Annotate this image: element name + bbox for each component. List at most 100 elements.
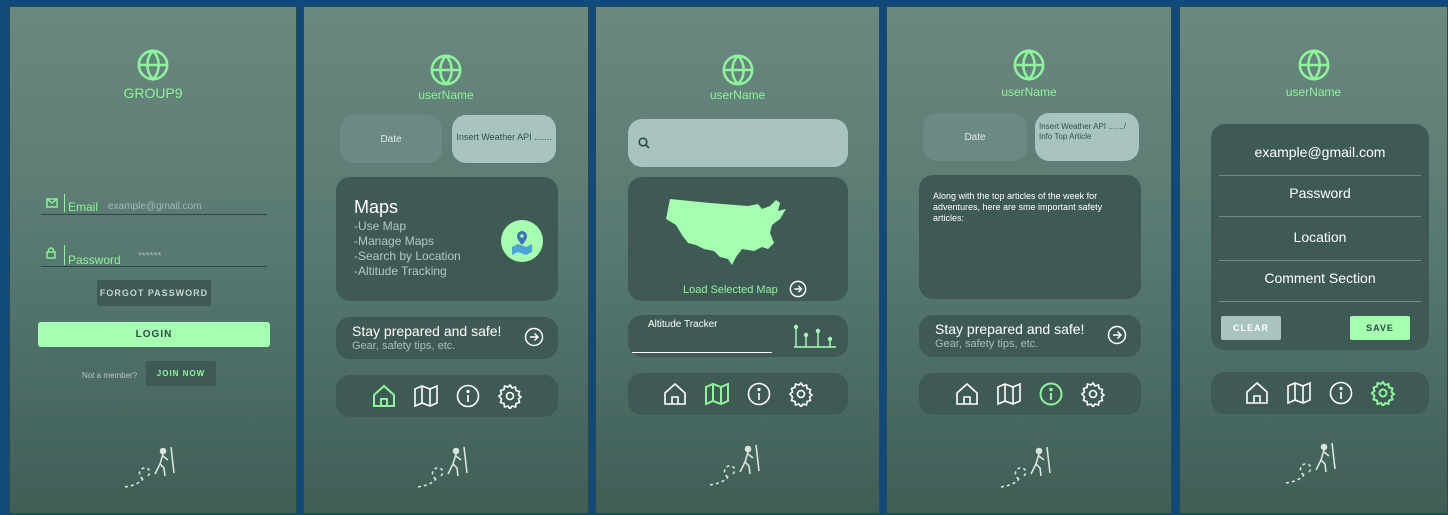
username: userName — [418, 88, 474, 102]
hiker-icon — [124, 446, 175, 488]
password-caret — [64, 245, 65, 265]
safety-subtitle: Gear, safety tips, etc. — [352, 340, 456, 352]
home-icon[interactable] — [371, 383, 397, 409]
info-icon[interactable] — [1328, 380, 1354, 406]
not-member-text: Not a member? — [82, 371, 138, 380]
settings-screen: userName example@gmail.com Password Loca… — [1179, 6, 1448, 514]
arrow-right-icon[interactable] — [789, 280, 807, 298]
safety-card[interactable]: Stay prepared and safe! Gear, safety tip… — [919, 315, 1141, 357]
username: userName — [1285, 85, 1342, 99]
altitude-chart-icon — [793, 324, 836, 348]
usa-map-icon — [666, 199, 786, 265]
gear-icon[interactable] — [1080, 381, 1106, 407]
search-icon — [638, 137, 650, 149]
email-field[interactable]: example@gmail.com — [1211, 144, 1429, 160]
location-pin-icon — [501, 220, 543, 262]
search-bar[interactable] — [628, 119, 848, 167]
arrow-right-icon[interactable] — [1107, 325, 1127, 345]
article-card: Along with the top articles of the week … — [919, 175, 1141, 299]
maps-item: -Search by Location — [354, 249, 461, 263]
safety-card[interactable]: Stay prepared and safe! Gear, safety tip… — [336, 317, 558, 359]
username: userName — [709, 88, 766, 102]
weather-label: Insert Weather API ....... — [456, 132, 552, 142]
arrow-right-icon[interactable] — [524, 327, 544, 347]
home-icon[interactable] — [1244, 380, 1270, 406]
gear-icon[interactable] — [1370, 380, 1396, 406]
password-label: Password — [68, 253, 121, 267]
weather-pill: Insert Weather API ......./ Info Top Art… — [1035, 113, 1139, 161]
join-now-button[interactable]: JOIN NOW — [146, 361, 216, 386]
weather-pill: Insert Weather API ....... — [452, 115, 556, 163]
maps-item: -Altitude Tracking — [354, 264, 447, 278]
globe-icon — [137, 49, 169, 81]
field-divider — [1219, 216, 1421, 217]
info-icon[interactable] — [746, 381, 772, 407]
bottom-nav — [1211, 372, 1429, 414]
maps-card[interactable]: Maps -Use Map -Manage Maps -Search by Lo… — [336, 177, 558, 301]
maps-item: -Manage Maps — [354, 234, 435, 248]
date-label: Date — [380, 134, 402, 145]
hiker-icon — [417, 446, 468, 488]
password-underline — [41, 266, 267, 267]
date-label: Date — [964, 132, 986, 143]
gear-icon[interactable] — [788, 381, 814, 407]
forgot-password-button[interactable]: FORGOT PASSWORD — [97, 280, 211, 306]
bottom-nav — [336, 375, 558, 417]
email-underline — [41, 214, 267, 215]
load-map-label[interactable]: Load Selected Map — [683, 284, 778, 296]
info-screen: userName Date Insert Weather API .......… — [886, 6, 1172, 514]
password-input[interactable]: ****** — [138, 251, 161, 262]
field-divider — [1219, 175, 1421, 176]
save-button[interactable]: SAVE — [1350, 316, 1410, 340]
date-pill: Date — [923, 113, 1027, 161]
globe-icon — [1298, 49, 1329, 81]
login-screen: GROUP9 Email example@gmail.com Password … — [9, 6, 297, 514]
map-icon[interactable] — [704, 381, 730, 407]
map-screen: userName Load Selected Map Altitude Trac… — [595, 6, 880, 514]
altitude-track-line — [632, 352, 772, 353]
location-field[interactable]: Location — [1211, 229, 1429, 245]
safety-subtitle: Gear, safety tips, etc. — [935, 338, 1039, 350]
altitude-label: Altitude Tracker — [648, 319, 718, 330]
hiker-icon — [1285, 442, 1336, 484]
home-icon[interactable] — [662, 381, 688, 407]
globe-icon — [430, 54, 462, 86]
safety-title: Stay prepared and safe! — [352, 323, 502, 339]
clear-button[interactable]: CLEAR — [1221, 316, 1281, 340]
date-pill: Date — [340, 115, 442, 163]
app-title: GROUP9 — [123, 85, 183, 101]
home-icon[interactable] — [954, 381, 980, 407]
map-icon[interactable] — [413, 383, 439, 409]
info-icon[interactable] — [1038, 381, 1064, 407]
profile-form-card: example@gmail.com Password Location Comm… — [1211, 124, 1429, 350]
maps-title: Maps — [354, 197, 399, 217]
email-caret — [64, 194, 65, 212]
gear-icon[interactable] — [497, 383, 523, 409]
weather-label: Insert Weather API ......./ Info Top Art… — [1039, 122, 1126, 141]
maps-item: -Use Map — [354, 219, 407, 233]
map-icon[interactable] — [996, 381, 1022, 407]
field-divider — [1219, 260, 1421, 261]
bottom-nav — [919, 373, 1141, 415]
info-icon[interactable] — [455, 383, 481, 409]
login-button[interactable]: LOGIN — [38, 322, 270, 347]
email-label: Email — [68, 200, 99, 214]
username: userName — [1001, 85, 1057, 99]
comment-field[interactable]: Comment Section — [1211, 270, 1429, 286]
field-divider — [1219, 301, 1421, 302]
hiker-icon — [709, 444, 760, 486]
hiker-icon — [1000, 446, 1051, 488]
safety-title: Stay prepared and safe! — [935, 321, 1085, 337]
altitude-card[interactable]: Altitude Tracker — [628, 315, 848, 357]
globe-icon — [1013, 49, 1045, 81]
mail-icon — [46, 198, 58, 208]
home-screen: userName Date Insert Weather API .......… — [303, 6, 589, 514]
bottom-nav — [628, 373, 848, 415]
map-card[interactable]: Load Selected Map — [628, 177, 848, 301]
lock-icon — [46, 247, 56, 259]
globe-icon — [722, 54, 753, 86]
email-input[interactable]: example@gmail.com — [108, 201, 202, 212]
article-text: Along with the top articles of the week … — [933, 191, 1103, 223]
password-field[interactable]: Password — [1211, 185, 1429, 201]
map-icon[interactable] — [1286, 380, 1312, 406]
